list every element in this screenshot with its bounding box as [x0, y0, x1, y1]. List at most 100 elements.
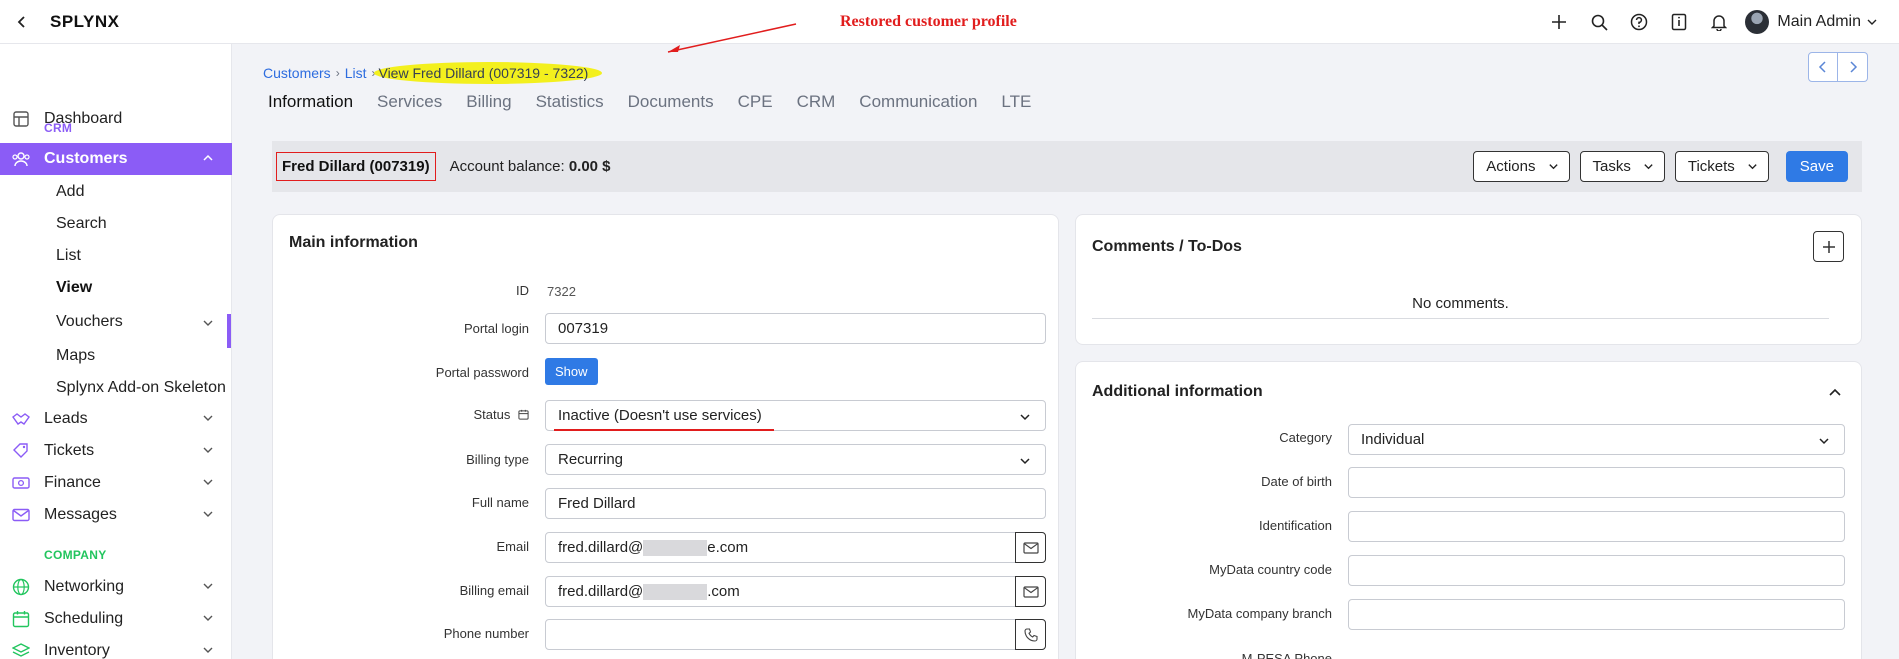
- collapse-chevron-up-icon[interactable]: [1828, 387, 1842, 397]
- sidebar-sub-vouchers[interactable]: Vouchers: [56, 313, 123, 331]
- tasks-dropdown[interactable]: Tasks: [1579, 151, 1665, 182]
- actions-dropdown[interactable]: Actions: [1473, 151, 1570, 182]
- billing-type-value: Recurring: [558, 451, 624, 468]
- calendar-icon: [11, 609, 31, 629]
- mail-icon: [1022, 541, 1039, 554]
- breadcrumb-list[interactable]: List: [345, 65, 367, 81]
- category-select[interactable]: Individual: [1348, 424, 1845, 455]
- sidebar-item-scheduling[interactable]: Scheduling: [0, 603, 232, 635]
- chevron-down-icon: [203, 647, 213, 653]
- layers-icon: [11, 641, 31, 659]
- tab-information[interactable]: Information: [268, 92, 353, 120]
- category-value: Individual: [1361, 431, 1425, 448]
- top-bar: SPLYNX Restored customer profile Main Ad…: [0, 0, 1899, 53]
- chevron-down-icon: [203, 479, 213, 485]
- sidebar-item-leads[interactable]: Leads: [0, 403, 232, 435]
- section-crm: CRM: [44, 121, 73, 135]
- sidebar-item-label: Tickets: [44, 442, 95, 459]
- sidebar-item-customers[interactable]: Customers: [0, 143, 232, 175]
- portal-login-input[interactable]: 007319: [545, 313, 1046, 344]
- tickets-label: Tickets: [1687, 158, 1735, 175]
- balance-value: 0.00 $: [568, 158, 611, 175]
- help-icon[interactable]: [1619, 0, 1659, 44]
- calendar-icon[interactable]: [518, 409, 529, 420]
- tab-documents[interactable]: Documents: [628, 92, 714, 120]
- no-comments-text: No comments.: [1412, 295, 1509, 312]
- full-name-value: Fred Dillard: [558, 495, 636, 512]
- email-prefix: fred.dillard@: [558, 539, 644, 556]
- plus-icon[interactable]: [1539, 0, 1579, 44]
- mydata-country-code-input[interactable]: [1348, 555, 1845, 586]
- phone-input[interactable]: [545, 619, 1046, 650]
- sidebar-item-tickets[interactable]: Tickets: [0, 435, 232, 467]
- identification-label: Identification: [1259, 518, 1332, 533]
- email-input[interactable]: fred.dillard@ e.com: [545, 532, 1046, 563]
- sidebar-sub-search[interactable]: Search: [56, 215, 107, 233]
- mail-icon: [11, 505, 31, 525]
- mydata-country-code-label: MyData country code: [1209, 562, 1332, 577]
- breadcrumb: Customers › List › View Fred Dillard (00…: [263, 62, 603, 84]
- sidebar-sub-view[interactable]: View: [56, 279, 92, 297]
- plus-icon: [1822, 240, 1835, 253]
- date-of-birth-input[interactable]: [1348, 467, 1845, 498]
- info-book-icon[interactable]: [1659, 0, 1699, 44]
- sidebar-item-finance[interactable]: Finance: [0, 467, 232, 499]
- sidebar-sub-add[interactable]: Add: [56, 183, 84, 201]
- record-navigation: [1808, 52, 1868, 82]
- tab-lte[interactable]: LTE: [1001, 92, 1031, 120]
- sidebar-item-inventory[interactable]: Inventory: [0, 635, 232, 659]
- tickets-dropdown[interactable]: Tickets: [1674, 151, 1769, 182]
- billing-type-select[interactable]: Recurring: [545, 444, 1046, 475]
- app-logo[interactable]: SPLYNX: [50, 12, 119, 32]
- sidebar-item-label: Leads: [44, 410, 88, 427]
- call-button[interactable]: [1015, 619, 1046, 650]
- portal-login-label: Portal login: [463, 321, 529, 336]
- chevron-down-icon: [1748, 164, 1757, 170]
- save-button[interactable]: Save: [1785, 151, 1848, 182]
- id-value: 7322: [547, 284, 576, 299]
- sidebar-item-networking[interactable]: Networking: [0, 571, 232, 603]
- mydata-company-branch-input[interactable]: [1348, 599, 1845, 630]
- tab-billing[interactable]: Billing: [466, 92, 511, 120]
- breadcrumb-customers[interactable]: Customers: [263, 65, 331, 81]
- back-arrow-icon[interactable]: [0, 0, 44, 44]
- full-name-input[interactable]: Fred Dillard: [545, 488, 1046, 519]
- tab-statistics[interactable]: Statistics: [536, 92, 604, 120]
- user-menu[interactable]: Main Admin: [1745, 10, 1877, 34]
- redacted-block: [643, 539, 708, 556]
- card-title: Main information: [289, 234, 418, 251]
- send-billing-email-button[interactable]: [1015, 576, 1046, 607]
- sidebar-sub-skeleton[interactable]: Splynx Add-on Skeleton: [56, 379, 226, 397]
- sidebar-sub-list[interactable]: List: [56, 247, 81, 265]
- tab-services[interactable]: Services: [377, 92, 442, 120]
- bell-icon[interactable]: [1699, 0, 1739, 44]
- annotation-underline: [554, 429, 774, 431]
- chevron-down-icon: [203, 615, 213, 621]
- sidebar-item-messages[interactable]: Messages: [0, 499, 232, 531]
- next-record-button[interactable]: [1838, 52, 1868, 82]
- search-icon[interactable]: [1579, 0, 1619, 44]
- tab-communication[interactable]: Communication: [859, 92, 977, 120]
- sidebar-item-dashboard[interactable]: Dashboard: [0, 103, 232, 135]
- breadcrumb-separator: ›: [335, 66, 340, 80]
- send-email-button[interactable]: [1015, 532, 1046, 563]
- status-select[interactable]: Inactive (Doesn't use services): [545, 400, 1046, 431]
- identification-input[interactable]: [1348, 511, 1845, 542]
- customers-icon: [11, 149, 31, 169]
- previous-record-button[interactable]: [1808, 52, 1838, 82]
- billing-email-suffix: .com: [707, 583, 740, 600]
- chevron-down-icon: [1020, 458, 1030, 465]
- sidebar-sub-maps[interactable]: Maps: [56, 347, 95, 365]
- chevron-right-icon: [1849, 61, 1857, 73]
- show-password-button[interactable]: Show: [545, 358, 598, 385]
- billing-email-input[interactable]: fred.dillard@ .com: [545, 576, 1046, 607]
- tab-cpe[interactable]: CPE: [738, 92, 773, 120]
- billing-email-prefix: fred.dillard@: [558, 583, 644, 600]
- sidebar: Dashboard CRM Customers Add Search List …: [0, 44, 232, 659]
- actions-label: Actions: [1486, 158, 1536, 175]
- add-comment-button[interactable]: [1813, 231, 1844, 262]
- chevron-down-icon: [1819, 438, 1829, 445]
- chevron-down-icon: [203, 415, 213, 421]
- section-company: COMPANY: [44, 548, 107, 562]
- tab-crm[interactable]: CRM: [797, 92, 836, 120]
